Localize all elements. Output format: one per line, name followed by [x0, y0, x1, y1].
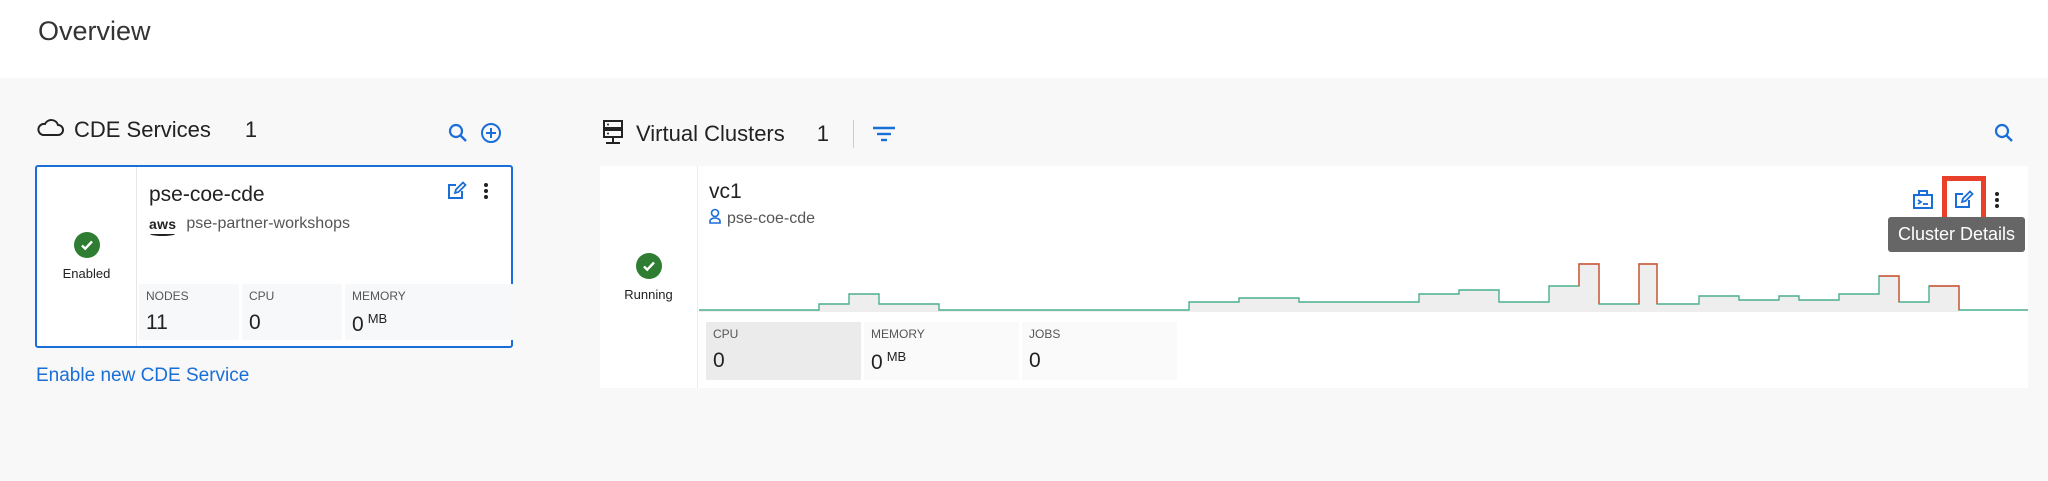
service-card[interactable]: Enabled pse-coe-cde aws pse-partner-work… [35, 165, 513, 348]
stat-memory[interactable]: MEMORY 0 MB [864, 322, 1019, 380]
service-stats: NODES 11 CPU 0 MEMORY 0 MB [139, 284, 513, 340]
stat-label: CPU [249, 289, 275, 303]
service-workspace-name: pse-partner-workshops [186, 215, 350, 232]
enable-service-link[interactable]: Enable new CDE Service [36, 365, 249, 387]
cluster-details-tooltip: Cluster Details [1888, 217, 2026, 252]
edit-icon[interactable] [1954, 190, 1974, 210]
stat-label: MEMORY [352, 289, 406, 303]
server-icon [602, 119, 624, 150]
cluster-usage-chart [699, 263, 2028, 312]
edit-icon[interactable] [447, 181, 467, 201]
services-actions [448, 122, 502, 144]
services-count: 1 [244, 116, 258, 142]
cluster-service-name: pse-coe-cde [727, 209, 816, 227]
stat-nodes: NODES 11 [139, 284, 239, 340]
stat-label: MEMORY [871, 327, 925, 341]
stat-cpu[interactable]: CPU 0 [706, 322, 861, 380]
filter-icon[interactable] [872, 126, 896, 142]
stat-value: 0 MB [871, 349, 907, 374]
services-header: CDE Services 1 [36, 116, 257, 143]
stat-label: NODES [146, 289, 189, 303]
page-header: Overview [0, 0, 2048, 78]
stat-value: 0 [713, 349, 725, 372]
cluster-name: vc1 [709, 180, 742, 203]
aws-logo: aws [149, 216, 177, 236]
chart-area [699, 264, 2028, 312]
stat-label: JOBS [1029, 327, 1061, 341]
service-name: pse-coe-cde [149, 183, 265, 206]
cluster-status: Running [600, 166, 698, 388]
stat-value: 0 [249, 311, 261, 334]
add-service-icon[interactable] [480, 122, 502, 144]
search-icon[interactable] [1994, 123, 2014, 143]
page-title: Overview [38, 16, 151, 46]
service-status-label: Enabled [62, 266, 111, 281]
stat-jobs[interactable]: JOBS 0 [1022, 322, 1177, 380]
stat-value: 0 [1029, 349, 1041, 372]
stat-value: 0 MB [352, 311, 388, 336]
cloud-icon [36, 116, 64, 143]
service-icon [709, 208, 721, 229]
check-icon [635, 252, 662, 279]
service-card-actions [447, 181, 489, 201]
service-workspace: aws pse-partner-workshops [149, 215, 350, 236]
stat-memory: MEMORY 0 MB [345, 284, 513, 340]
stat-cpu: CPU 0 [242, 284, 342, 340]
stat-value: 11 [146, 311, 168, 334]
stat-label: CPU [713, 327, 739, 341]
clusters-header: Virtual Clusters 1 [602, 118, 896, 150]
clusters-count: 1 [816, 121, 830, 146]
search-icon[interactable] [448, 122, 468, 144]
service-status: Enabled [37, 167, 137, 346]
services-title: CDE Services [74, 116, 211, 142]
spark-ui-icon[interactable] [1912, 190, 1934, 210]
cluster-stats: CPU 0 MEMORY 0 MB JOBS 0 [706, 322, 1177, 380]
clusters-title: Virtual Clusters [636, 121, 785, 146]
check-icon [73, 232, 100, 258]
divider [853, 120, 855, 148]
cluster-card[interactable]: Running vc1 pse-coe-cde CPU 0 MEMORY 0 MB… [600, 166, 2028, 388]
cluster-status-label: Running [624, 286, 673, 302]
more-options-icon[interactable] [483, 182, 489, 200]
cluster-service: pse-coe-cde [709, 208, 815, 229]
more-options-icon[interactable] [1994, 191, 2000, 209]
